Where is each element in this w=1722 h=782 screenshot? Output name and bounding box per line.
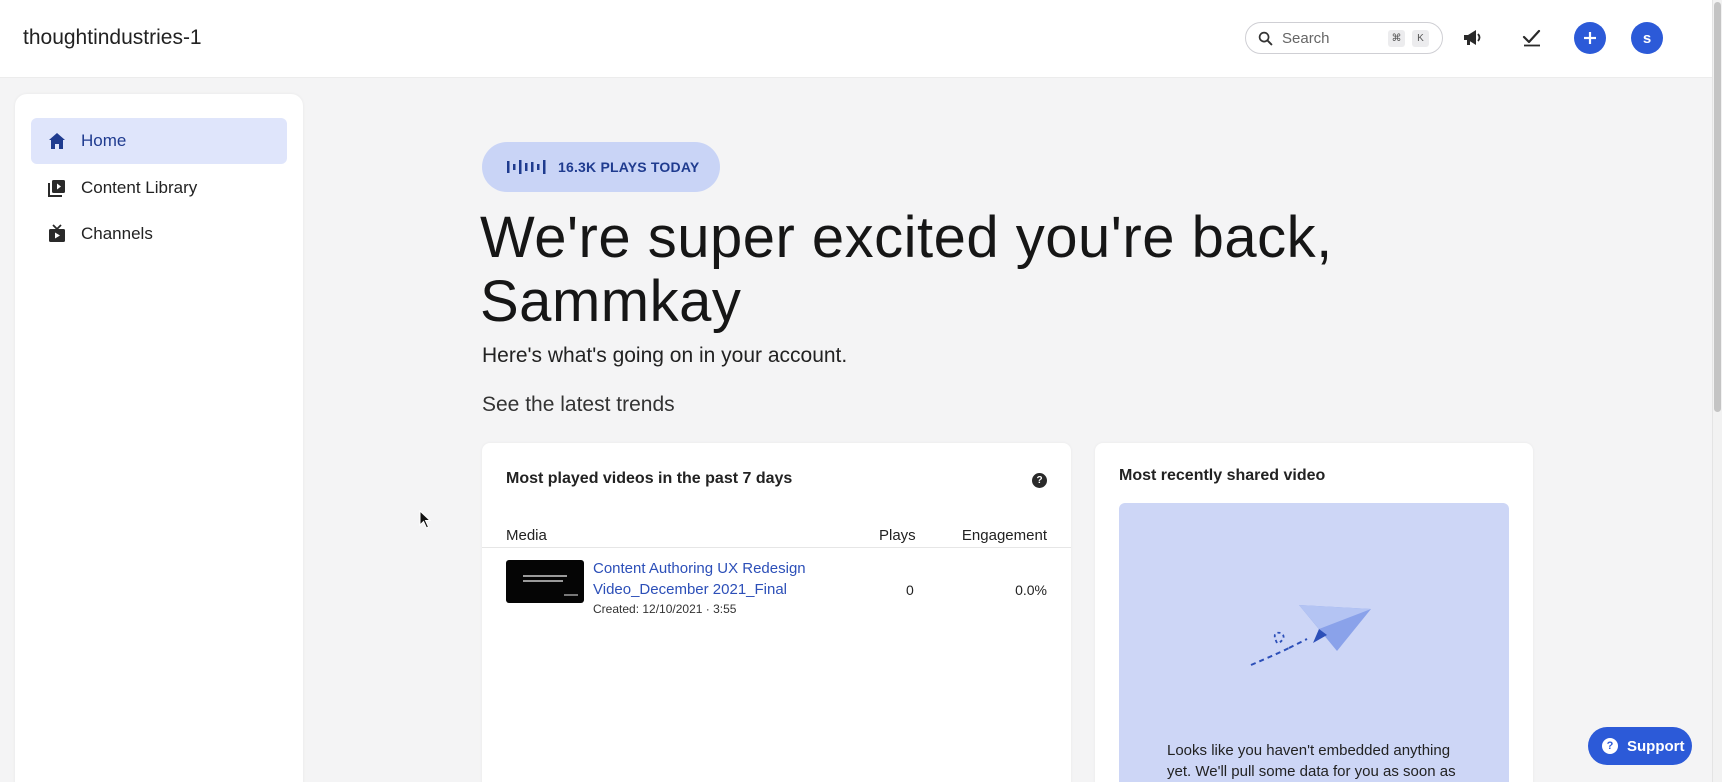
most-played-title: Most played videos in the past 7 days xyxy=(506,470,793,487)
column-header-plays: Plays xyxy=(879,527,916,544)
recent-share-card: Most recently shared video Looks like yo… xyxy=(1095,443,1533,782)
welcome-subtitle: Here's what's going on in your account. xyxy=(482,344,848,367)
video-engagement: 0.0% xyxy=(1015,582,1047,598)
video-thumbnail[interactable] xyxy=(506,560,584,603)
home-icon xyxy=(47,131,67,151)
shortcut-key-cmd: ⌘ xyxy=(1388,30,1405,47)
sidebar-item-channels[interactable]: Channels xyxy=(31,211,287,257)
user-avatar[interactable]: s xyxy=(1631,22,1663,54)
recent-share-message: Looks like you haven't embedded anything… xyxy=(1167,742,1456,780)
tv-icon xyxy=(47,224,67,244)
add-button[interactable] xyxy=(1574,22,1606,54)
help-icon[interactable]: ? xyxy=(1032,473,1047,488)
video-title-link[interactable]: Content Authoring UX Redesign Video_Dece… xyxy=(593,558,823,600)
most-played-card: Most played videos in the past 7 days ? … xyxy=(482,443,1071,782)
welcome-heading: We're super excited you're back, Sammkay xyxy=(480,206,1380,334)
shortcut-key-k: K xyxy=(1412,30,1429,47)
plays-today-text: 16.3K PLAYS TODAY xyxy=(558,159,700,175)
scrollbar-thumb[interactable] xyxy=(1714,2,1721,412)
welcome-heading-line1: We're super excited you're back, xyxy=(480,205,1333,270)
audio-bars-icon xyxy=(507,160,546,174)
sidebar-item-label: Home xyxy=(81,131,127,150)
column-header-engagement: Engagement xyxy=(961,527,1047,544)
sidebar-item-label: Content Library xyxy=(81,178,198,197)
account-name[interactable]: thoughtindustries-1 xyxy=(23,26,202,50)
sidebar-item-label: Channels xyxy=(81,224,153,243)
announcements-button[interactable] xyxy=(1455,20,1491,56)
megaphone-icon xyxy=(1464,30,1481,45)
search-box[interactable]: ⌘ K xyxy=(1245,22,1443,54)
column-header-media: Media xyxy=(506,527,547,544)
search-input[interactable] xyxy=(1282,29,1382,47)
video-plays: 0 xyxy=(906,582,914,598)
recent-share-title: Most recently shared video xyxy=(1119,467,1326,484)
search-icon xyxy=(1258,31,1273,45)
trends-section-title: See the latest trends xyxy=(482,393,675,416)
plays-today-badge: 16.3K PLAYS TODAY xyxy=(482,142,720,192)
table-row[interactable]: Content Authoring UX Redesign Video_Dece… xyxy=(482,548,1071,626)
recent-share-empty-state: Looks like you haven't embedded anything… xyxy=(1119,503,1509,782)
tasks-button[interactable] xyxy=(1514,20,1550,56)
sidebar: Home Content Library Channels xyxy=(15,94,303,782)
sidebar-item-home[interactable]: Home xyxy=(31,118,287,164)
support-button[interactable]: ? Support xyxy=(1588,727,1692,765)
mouse-cursor-icon xyxy=(419,510,432,529)
welcome-heading-user: Sammkay xyxy=(480,269,742,334)
paper-plane-icon xyxy=(1250,605,1371,666)
help-icon: ? xyxy=(1602,738,1618,754)
video-meta: Created: 12/10/2021 · 3:55 xyxy=(593,602,737,616)
top-bar: thoughtindustries-1 ⌘ K s xyxy=(0,0,1712,78)
support-label: Support xyxy=(1627,737,1685,755)
plus-icon xyxy=(1584,32,1596,44)
library-icon xyxy=(47,178,67,198)
sidebar-item-content-library[interactable]: Content Library xyxy=(31,165,287,211)
checkmark-icon xyxy=(1522,29,1541,47)
